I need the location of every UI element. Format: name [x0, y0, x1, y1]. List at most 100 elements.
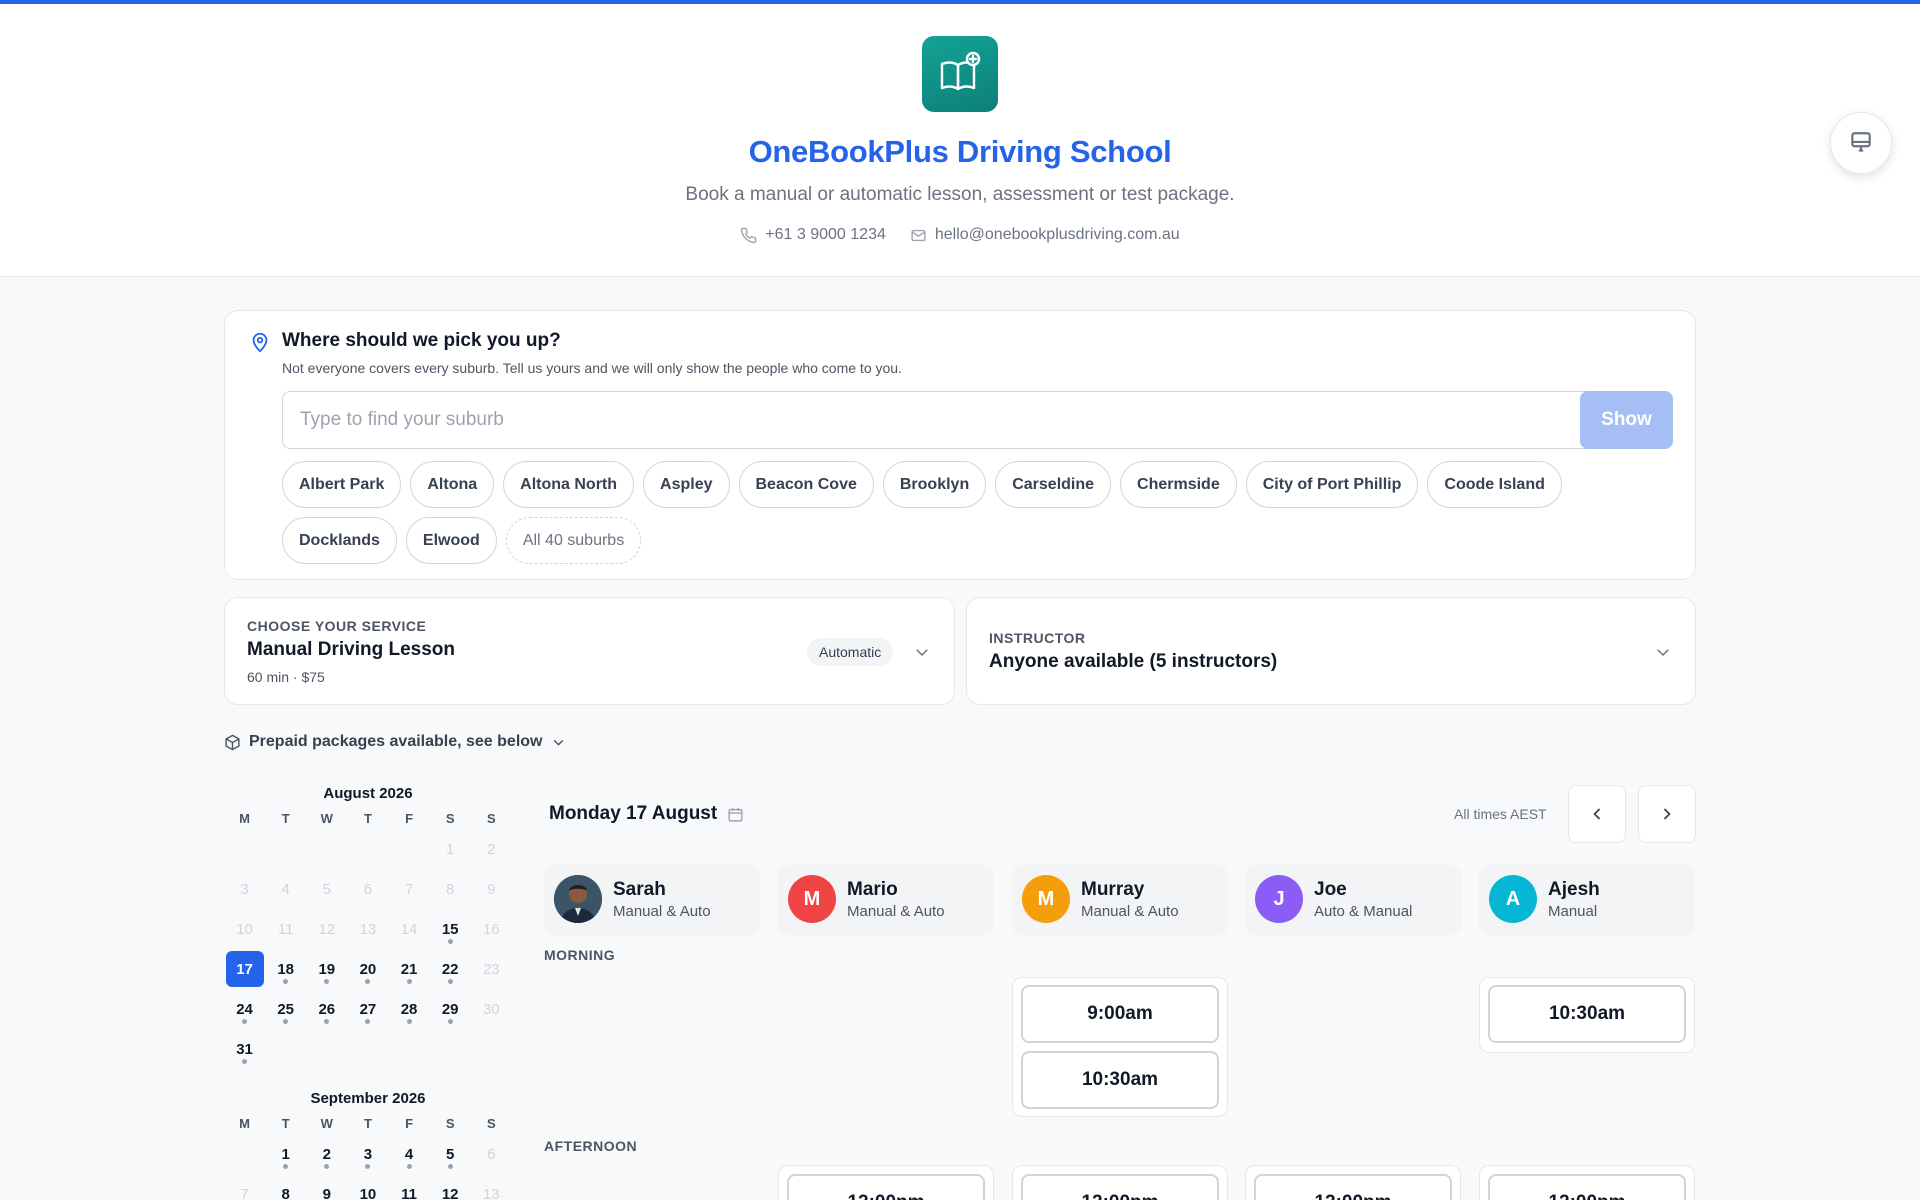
service-meta: 60 min · $75 — [247, 669, 325, 685]
ajesh-morning-slots: 10:30am — [1479, 977, 1695, 1053]
calendar-day-selected[interactable]: 17 — [224, 949, 265, 989]
chevron-down-icon[interactable] — [1654, 643, 1672, 661]
time-slot[interactable]: 12:00pm — [1488, 1174, 1686, 1200]
calendar-icon[interactable] — [727, 806, 744, 823]
brand-subtitle: Book a manual or automatic lesson, asses… — [685, 184, 1235, 205]
calendar-day-number: 10 — [236, 920, 253, 938]
service-title: Manual Driving Lesson — [247, 639, 455, 660]
calendar-day[interactable]: 10 — [347, 1174, 388, 1200]
calendar-day-number: 16 — [482, 920, 500, 938]
time-slot[interactable]: 10:30am — [1488, 985, 1686, 1043]
calendar-day[interactable]: 24 — [224, 989, 265, 1029]
suburb-chip[interactable]: Chermside — [1120, 461, 1237, 508]
suburb-chip[interactable]: Altona — [410, 461, 495, 508]
calendar-empty-cell — [389, 829, 430, 869]
suburb-search-input[interactable] — [282, 391, 1614, 449]
calendar-day[interactable]: 3 — [347, 1134, 388, 1174]
time-slot[interactable]: 12:00pm — [1021, 1174, 1219, 1200]
calendar-day[interactable]: 9 — [306, 1174, 347, 1200]
show-button[interactable]: Show — [1580, 391, 1673, 449]
calendar-day[interactable]: 4 — [389, 1134, 430, 1174]
calendar-day[interactable]: 25 — [265, 989, 306, 1029]
time-slot[interactable]: 12:00pm — [787, 1174, 985, 1200]
murray-afternoon-slots: 12:00pm — [1012, 1165, 1228, 1200]
instructor-name: Ajesh — [1548, 879, 1600, 900]
suburb-chip[interactable]: Beacon Cove — [738, 461, 874, 508]
service-eyebrow: CHOOSE YOUR SERVICE — [247, 618, 427, 634]
calendar-day[interactable]: 12 — [430, 1174, 471, 1200]
device-preview-button[interactable] — [1830, 112, 1892, 174]
phone-link[interactable]: +61 3 9000 1234 — [740, 226, 886, 244]
calendar-day: 4 — [265, 869, 306, 909]
time-slot[interactable]: 12:00pm — [1254, 1174, 1452, 1200]
calendar-day-number: 7 — [240, 1185, 249, 1200]
calendar-day-number: 12 — [318, 920, 336, 938]
calendar-day[interactable]: 2 — [306, 1134, 347, 1174]
calendar-day[interactable]: 8 — [265, 1174, 306, 1200]
prepaid-packages-toggle[interactable]: Prepaid packages available, see below — [224, 733, 567, 751]
transmission-badge[interactable]: Automatic — [807, 638, 894, 666]
calendar-day[interactable]: 29 — [430, 989, 471, 1029]
calendar-day[interactable]: 18 — [265, 949, 306, 989]
calendar-day[interactable]: 22 — [430, 949, 471, 989]
instructor-card-joe[interactable]: J Joe Auto & Manual — [1245, 865, 1461, 935]
suburb-chip[interactable]: Docklands — [282, 517, 397, 564]
calendar-day-number: 21 — [400, 960, 418, 978]
time-slot[interactable]: 10:30am — [1021, 1051, 1219, 1109]
calendar-day[interactable]: 19 — [306, 949, 347, 989]
calendar-day[interactable]: 20 — [347, 949, 388, 989]
calendar-day[interactable]: 15 — [430, 909, 471, 949]
suburb-chip[interactable]: Altona North — [503, 461, 635, 508]
calendar-day-number: 14 — [400, 920, 418, 938]
timezone-label: All times AEST — [1454, 806, 1547, 822]
suburb-chip[interactable]: Elwood — [405, 517, 497, 564]
weekday-label: S — [445, 1115, 455, 1131]
time-slot[interactable]: 9:00am — [1021, 985, 1219, 1043]
suburb-chip[interactable]: Carseldine — [995, 461, 1112, 508]
calendar-day-number: 13 — [359, 920, 377, 938]
service-selector[interactable]: CHOOSE YOUR SERVICE Manual Driving Lesso… — [224, 597, 955, 705]
calendar-day: 10 — [224, 909, 265, 949]
calendar-day[interactable]: 27 — [347, 989, 388, 1029]
suburb-chip[interactable]: Coode Island — [1427, 461, 1562, 508]
calendar-day[interactable]: 21 — [389, 949, 430, 989]
calendar-day[interactable]: 1 — [265, 1134, 306, 1174]
calendar-day[interactable]: 28 — [389, 989, 430, 1029]
suburb-chip[interactable]: Albert Park — [282, 461, 402, 508]
calendar-day: 7 — [224, 1174, 265, 1200]
calendar-day[interactable]: 26 — [306, 989, 347, 1029]
pickup-help-text: Not everyone covers every suburb. Tell u… — [282, 360, 902, 376]
calendar-day-number: 6 — [363, 880, 373, 898]
package-icon — [225, 734, 240, 750]
instructor-card-ajesh[interactable]: A Ajesh Manual — [1479, 865, 1695, 935]
suburb-chip[interactable]: Aspley — [643, 461, 730, 508]
calendar-day-number: 24 — [236, 1000, 253, 1018]
suburb-chip[interactable]: City of Port Phillip — [1245, 461, 1419, 508]
calendar-day-number: 8 — [446, 880, 455, 898]
monitor-icon — [1851, 132, 1871, 152]
all-suburbs-chip[interactable]: All 40 suburbs — [505, 517, 642, 564]
calendar-day-number: 10 — [359, 1185, 377, 1200]
next-day-button[interactable] — [1638, 785, 1696, 843]
instructor-card-murray[interactable]: M Murray Manual & Auto — [1012, 865, 1228, 935]
morning-label: MORNING — [544, 947, 616, 963]
weekday-label: S — [445, 810, 455, 826]
calendar-day-number: 4 — [404, 1145, 414, 1163]
calendar-day: 7 — [389, 869, 430, 909]
chevron-down-icon[interactable] — [913, 643, 931, 661]
instructor-name: Mario — [847, 879, 898, 900]
suburb-chip[interactable]: Brooklyn — [882, 461, 987, 508]
schedule-date-label: Monday 17 August — [549, 803, 718, 824]
calendar-day[interactable]: 5 — [430, 1134, 471, 1174]
email-link[interactable]: hello@onebookplusdriving.com.au — [910, 226, 1180, 244]
instructor-card-sarah[interactable]: Sarah Manual & Auto — [544, 865, 760, 935]
calendar-day: 16 — [471, 909, 512, 949]
calendar-day[interactable]: 31 — [224, 1029, 265, 1069]
previous-day-button[interactable] — [1568, 785, 1626, 843]
calendar-day: 13 — [471, 1174, 512, 1200]
calendar-day: 14 — [389, 909, 430, 949]
calendar-day[interactable]: 11 — [389, 1174, 430, 1200]
ajesh-afternoon-slots: 12:00pm — [1479, 1165, 1695, 1200]
instructor-card-mario[interactable]: M Mario Manual & Auto — [778, 865, 994, 935]
instructor-selector[interactable]: INSTRUCTOR Anyone available (5 instructo… — [966, 597, 1696, 705]
